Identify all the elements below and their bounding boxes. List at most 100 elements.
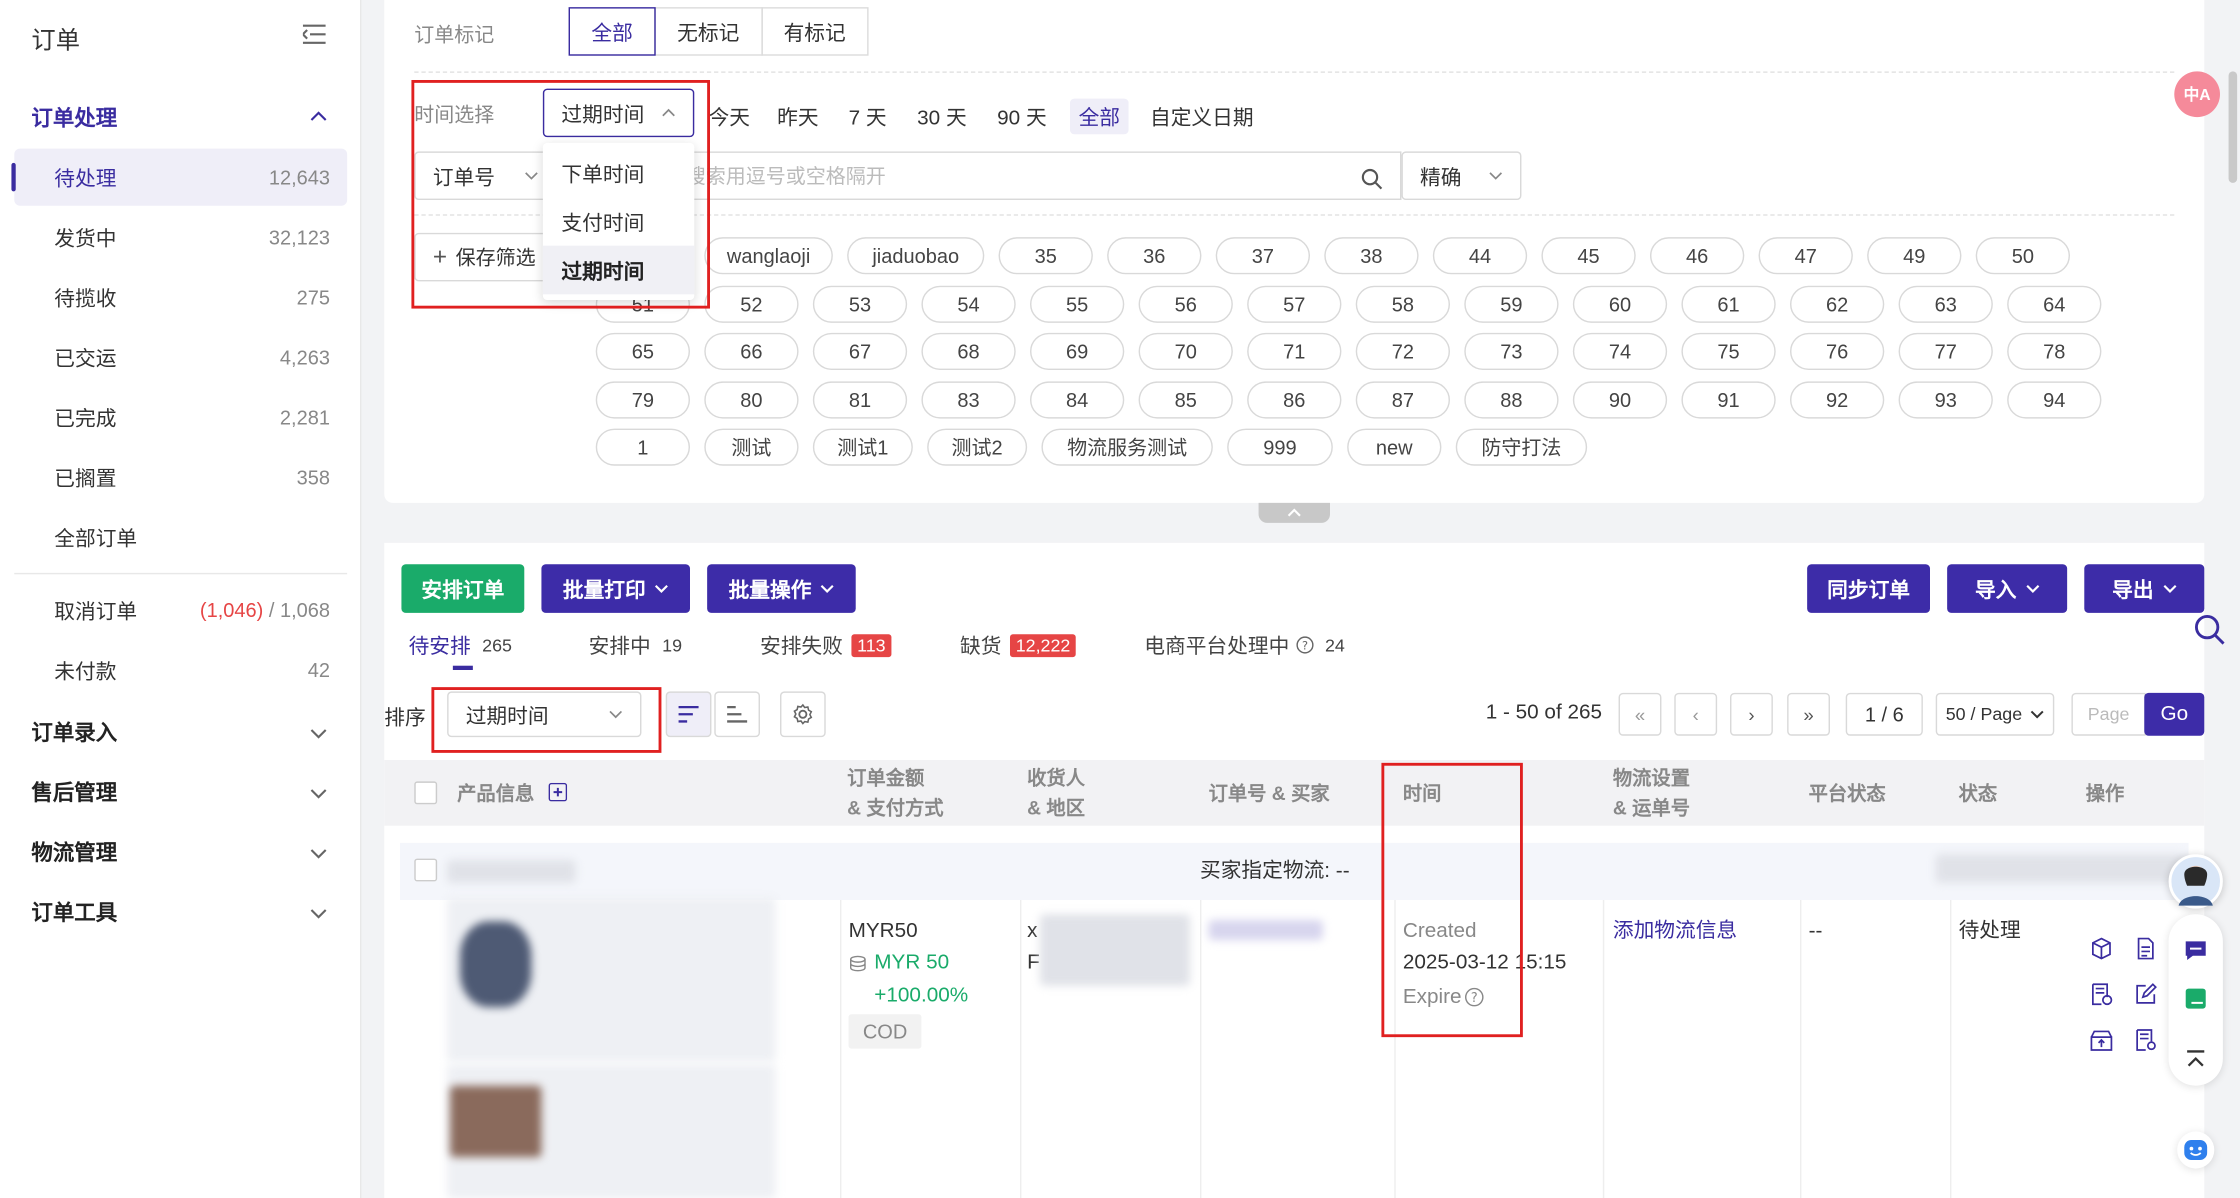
tag-pill[interactable]: 75 bbox=[1681, 332, 1776, 370]
tag-pill[interactable]: 77 bbox=[1898, 332, 1993, 370]
go-button[interactable]: Go bbox=[2144, 692, 2205, 736]
tag-pill[interactable]: 55 bbox=[1029, 285, 1125, 323]
sidebar-item-handed-over[interactable]: 已交运 4,263 bbox=[14, 329, 347, 386]
tag-pill[interactable]: 78 bbox=[2007, 332, 2102, 370]
tag-pill[interactable]: jiaduobao bbox=[847, 237, 985, 275]
sidebar-item-all-orders[interactable]: 全部订单 bbox=[14, 509, 347, 566]
tag-pill[interactable]: 1 bbox=[595, 428, 690, 466]
section-order-entry[interactable]: 订单录入 bbox=[31, 717, 117, 747]
assistant-button[interactable] bbox=[2177, 1131, 2215, 1169]
tag-pill[interactable]: 76 bbox=[1789, 332, 1885, 370]
tag-pill[interactable]: 68 bbox=[921, 332, 1016, 370]
select-all-checkbox[interactable] bbox=[414, 781, 438, 805]
last-page-button[interactable]: » bbox=[1787, 692, 1830, 736]
tag-pill[interactable]: 84 bbox=[1029, 381, 1125, 419]
tag-pill[interactable]: 94 bbox=[2007, 381, 2102, 419]
tag-pill[interactable]: 81 bbox=[812, 381, 908, 419]
tag-pill[interactable]: 37 bbox=[1215, 237, 1310, 275]
tag-pill[interactable]: 59 bbox=[1464, 285, 1559, 323]
sidebar-item-completed[interactable]: 已完成 2,281 bbox=[14, 389, 347, 446]
tag-pill[interactable]: 63 bbox=[1898, 285, 1993, 323]
batch-ops-button[interactable]: 批量操作 bbox=[707, 564, 856, 613]
chat-icon[interactable] bbox=[2183, 937, 2209, 963]
sidebar-item-unpaid[interactable]: 未付款 42 bbox=[14, 641, 347, 698]
tab-arranging[interactable]: 安排中 19 bbox=[589, 630, 682, 660]
back-to-top-icon[interactable] bbox=[2183, 1047, 2209, 1073]
arrange-order-button[interactable]: 安排订单 bbox=[401, 564, 525, 613]
mark-option-marked[interactable]: 有标记 bbox=[760, 7, 869, 56]
tag-pill[interactable]: 65 bbox=[595, 332, 690, 370]
section-logistics[interactable]: 物流管理 bbox=[31, 837, 117, 867]
search-input[interactable] bbox=[685, 164, 1315, 188]
tag-pill[interactable]: 测试2 bbox=[927, 428, 1028, 466]
help-icon[interactable]: ? bbox=[1295, 636, 1314, 655]
tab-to-arrange[interactable]: 待安排 265 bbox=[409, 630, 512, 660]
tag-pill[interactable]: 54 bbox=[921, 285, 1016, 323]
tag-pill[interactable]: 80 bbox=[704, 381, 799, 419]
range-30-days[interactable]: 30 天 bbox=[909, 99, 976, 135]
tag-pill[interactable]: 52 bbox=[704, 285, 799, 323]
tag-pill[interactable]: 69 bbox=[1029, 332, 1125, 370]
tag-pill[interactable]: 47 bbox=[1758, 237, 1853, 275]
section-order-processing[interactable]: 订单处理 bbox=[31, 103, 117, 133]
chevron-up-icon[interactable] bbox=[309, 107, 329, 127]
sort-descending-button[interactable] bbox=[665, 691, 712, 738]
tag-pill[interactable]: 49 bbox=[1867, 237, 1962, 275]
collapse-sidebar-icon[interactable] bbox=[302, 24, 326, 44]
tab-out-of-stock[interactable]: 缺货 12,222 bbox=[960, 630, 1077, 660]
collapse-filter-toggle[interactable] bbox=[1258, 502, 1330, 523]
tag-pill[interactable]: 83 bbox=[921, 381, 1016, 419]
range-yesterday[interactable]: 昨天 bbox=[769, 99, 828, 135]
help-icon[interactable]: ? bbox=[1464, 987, 1484, 1007]
export-button[interactable]: 导出 bbox=[2084, 564, 2205, 613]
tag-pill[interactable]: 38 bbox=[1324, 237, 1419, 275]
list-check-icon[interactable] bbox=[2090, 983, 2113, 1006]
tag-pill[interactable]: 67 bbox=[812, 332, 908, 370]
tag-pill[interactable]: 87 bbox=[1355, 381, 1450, 419]
tag-pill[interactable]: 60 bbox=[1572, 285, 1668, 323]
tag-pill[interactable]: new bbox=[1347, 428, 1442, 466]
tag-pill[interactable]: 36 bbox=[1107, 237, 1202, 275]
first-page-button[interactable]: « bbox=[1618, 692, 1662, 736]
list-settings-icon[interactable] bbox=[2134, 1029, 2157, 1052]
range-7-days[interactable]: 7 天 bbox=[840, 99, 895, 135]
tag-pill[interactable]: 72 bbox=[1355, 332, 1450, 370]
search-icon[interactable] bbox=[2194, 614, 2225, 645]
chevron-down-icon[interactable] bbox=[309, 843, 329, 863]
import-button[interactable]: 导入 bbox=[1947, 564, 2068, 613]
chevron-down-icon[interactable] bbox=[309, 723, 329, 743]
expand-plus-icon[interactable] bbox=[548, 782, 568, 802]
sort-select[interactable]: 过期时间 bbox=[447, 691, 642, 738]
section-order-tools[interactable]: 订单工具 bbox=[31, 897, 117, 927]
mark-option-all[interactable]: 全部 bbox=[568, 7, 656, 56]
tag-pill[interactable]: 50 bbox=[1975, 237, 2070, 275]
tag-pill[interactable]: 86 bbox=[1247, 381, 1342, 419]
tag-pill[interactable]: 61 bbox=[1681, 285, 1776, 323]
tag-pill[interactable]: 45 bbox=[1541, 237, 1636, 275]
tag-pill[interactable]: 93 bbox=[1898, 381, 1993, 419]
range-today[interactable]: 今天 bbox=[700, 99, 759, 135]
page-jump-input[interactable]: Page bbox=[2071, 692, 2146, 736]
tag-pill[interactable]: 56 bbox=[1138, 285, 1233, 323]
next-page-button[interactable]: › bbox=[1729, 692, 1773, 736]
tag-pill[interactable]: 58 bbox=[1355, 285, 1450, 323]
tag-pill[interactable]: 64 bbox=[2007, 285, 2102, 323]
tag-pill[interactable]: 70 bbox=[1138, 332, 1233, 370]
tag-pill[interactable]: 57 bbox=[1247, 285, 1342, 323]
tag-pill[interactable]: 73 bbox=[1464, 332, 1559, 370]
tag-pill[interactable]: 92 bbox=[1789, 381, 1885, 419]
package-icon[interactable] bbox=[2090, 937, 2113, 960]
tag-pill[interactable]: 88 bbox=[1464, 381, 1559, 419]
tag-pill[interactable]: 66 bbox=[704, 332, 799, 370]
sync-orders-button[interactable]: 同步订单 bbox=[1807, 564, 1930, 613]
section-after-sales[interactable]: 售后管理 bbox=[31, 777, 117, 807]
tag-pill[interactable]: 46 bbox=[1649, 237, 1745, 275]
tag-pill[interactable]: 71 bbox=[1247, 332, 1342, 370]
chevron-down-icon[interactable] bbox=[309, 903, 329, 923]
tag-pill[interactable]: 62 bbox=[1789, 285, 1885, 323]
match-mode-select[interactable]: 精确 bbox=[1401, 151, 1522, 200]
edit-icon[interactable] bbox=[2134, 983, 2157, 1006]
tab-platform-processing[interactable]: 电商平台处理中? 24 bbox=[1144, 630, 1345, 660]
tag-pill[interactable]: 防守打法 bbox=[1455, 428, 1588, 466]
tag-pill[interactable]: 物流服务测试 bbox=[1041, 428, 1213, 466]
